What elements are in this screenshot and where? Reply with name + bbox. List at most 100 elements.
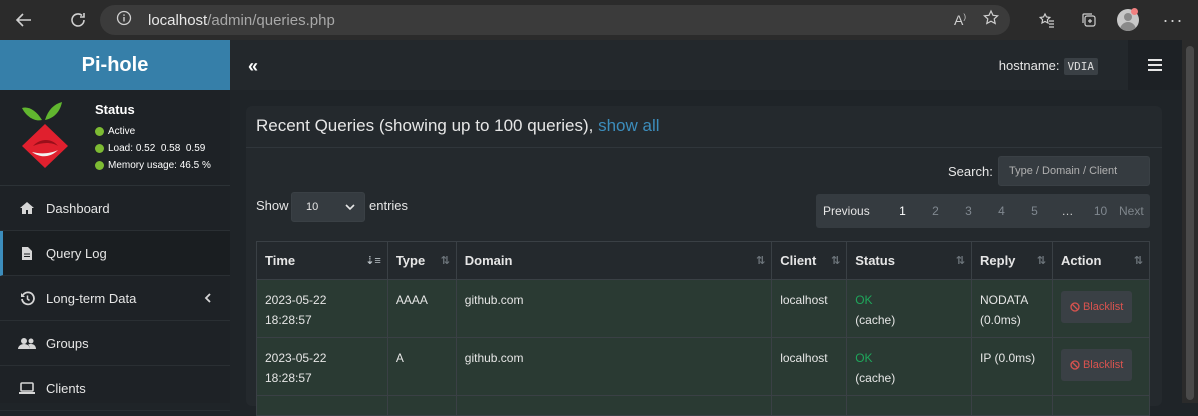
pagination-page[interactable]: 5 [1018,204,1051,218]
profile-button[interactable] [1116,5,1146,35]
entries-label: entries [369,198,409,213]
cell-type: A [386,337,457,396]
pagination: Previous 1 2 3 4 5 … 10 Next [816,194,1150,228]
cell-reply: IP (0.0ms) [971,337,1053,396]
blacklist-label: Blacklist [1082,359,1124,371]
address-bar[interactable]: localhost/admin/queries.php A) [100,5,1010,35]
favorite-add-icon[interactable] [982,9,1000,32]
column-header-type[interactable]: Type ⇅ [386,241,457,280]
refresh-button[interactable] [60,2,96,38]
cell-domain: github.com [455,337,773,396]
table-row: 2023-05-22 18:28:57 AAAA github.com local… [256,279,1151,338]
column-header-domain[interactable]: Domain ⇅ [455,241,773,280]
sort-icon: ⇅ [955,255,966,267]
favorites-icon[interactable] [1032,5,1062,35]
blacklist-label: Blacklist [1082,301,1124,313]
sidebar-item-label: Groups [46,335,89,351]
cell-time [256,395,388,416]
home-icon [18,201,36,215]
load-values: 0.52 0.58 0.59 [135,143,206,154]
sidebar: Pi-hole Status Active Load: 0.52 0.58 0.… [0,40,230,411]
sidebar-toggle-button[interactable]: « [248,56,258,77]
cell-reply: NODATA (0.0ms) [971,279,1053,338]
column-label: Client [780,253,817,268]
pihole-logo-icon [22,102,68,168]
show-label: Show [256,198,289,213]
column-header-status[interactable]: Status ⇅ [846,241,973,280]
column-label: Reply [980,253,1016,268]
url-path: /admin/queries.php [207,11,335,29]
status-panel: Status Active Load: 0.52 0.58 0.59 Memor… [0,90,230,186]
browser-toolbar: localhost/admin/queries.php A) ··· [0,0,1198,40]
search-input[interactable] [998,156,1150,186]
sort-icon: ⇅ [830,255,841,267]
sidebar-item-query-log[interactable]: Query Log [0,231,230,276]
sort-icon: ⇅ [440,255,450,267]
file-icon [18,246,36,261]
show-all-link[interactable]: show all [598,116,659,135]
cell-reply [971,395,1053,416]
scrollbar-thumb[interactable] [1186,46,1194,400]
refresh-icon [71,13,85,27]
status-dot-icon [95,144,104,153]
column-header-client[interactable]: Client ⇅ [771,241,848,280]
column-label: Type [395,253,426,268]
cell-client [771,395,848,416]
pagination-previous[interactable]: Previous [823,204,886,218]
hamburger-icon [1148,59,1162,71]
pagination-page[interactable]: 1 [886,204,919,218]
pagination-page[interactable]: 4 [985,204,1018,218]
status-sub: (cache) [855,313,896,327]
read-aloud-icon[interactable]: A) [954,12,966,28]
table-row: 2023-05-22 18:28:57 A github.com localhos… [256,337,1151,396]
sidebar-item-groups[interactable]: Groups [0,321,230,366]
cell-client: localhost [771,279,848,338]
sidebar-item-clients[interactable]: Clients [0,366,230,411]
hostname-label: hostname: [998,58,1060,73]
collections-icon[interactable] [1074,5,1104,35]
more-menu-icon[interactable]: ··· [1158,5,1188,35]
memory-value: 46.5 % [179,160,211,171]
pagination-page[interactable]: 2 [919,204,952,218]
column-header-action[interactable]: Action ⇅ [1051,241,1151,280]
info-icon[interactable] [116,10,132,31]
pagination-ellipsis: … [1061,204,1074,218]
back-button[interactable] [6,2,42,38]
column-header-reply[interactable]: Reply ⇅ [971,241,1053,280]
reply-value: NODATA [980,293,1029,307]
column-label: Status [855,253,895,268]
column-label: Domain [464,253,513,268]
status-active: Active [108,126,136,137]
blacklist-button[interactable]: Blacklist [1060,349,1133,381]
pagination-page[interactable]: 3 [952,204,985,218]
cell-time: 2023-05-22 18:28:57 [256,279,388,338]
reply-value: IP (0.0ms) [980,351,1036,365]
ban-icon [1070,302,1080,312]
page-scrollbar[interactable] [1182,40,1198,403]
cell-domain [455,395,773,416]
entries-select[interactable]: 10 [291,192,365,222]
brand-logo-text[interactable]: Pi-hole [0,40,230,90]
column-header-time[interactable]: Time ⇣≡ [256,241,388,280]
sidebar-item-dashboard[interactable]: Dashboard [0,186,230,231]
menu-button[interactable] [1128,40,1182,90]
cell-domain: github.com [455,279,773,338]
url-text: localhost/admin/queries.php [148,12,335,29]
sidebar-item-long-term-data[interactable]: Long-term Data [0,276,230,321]
main-content: Recent Queries (showing up to 100 querie… [230,90,1182,416]
sort-icon: ⇅ [1036,255,1046,267]
pagination-next[interactable]: Next [1119,204,1144,218]
cell-type [386,395,457,416]
cell-type: AAAA [386,279,457,338]
sort-desc-icon: ⇣≡ [365,255,381,267]
column-label: Time [265,253,296,268]
sidebar-item-label: Clients [46,380,86,396]
pagination-page[interactable]: 10 [1084,204,1117,218]
chevron-left-icon [204,291,212,306]
search-label: Search: [948,164,993,179]
blacklist-button[interactable]: Blacklist [1060,291,1133,323]
url-host: localhost [148,11,208,29]
cell-client: localhost [771,337,848,396]
cell-action: Blacklist [1051,337,1151,396]
sidebar-item-label: Long-term Data [46,290,137,306]
